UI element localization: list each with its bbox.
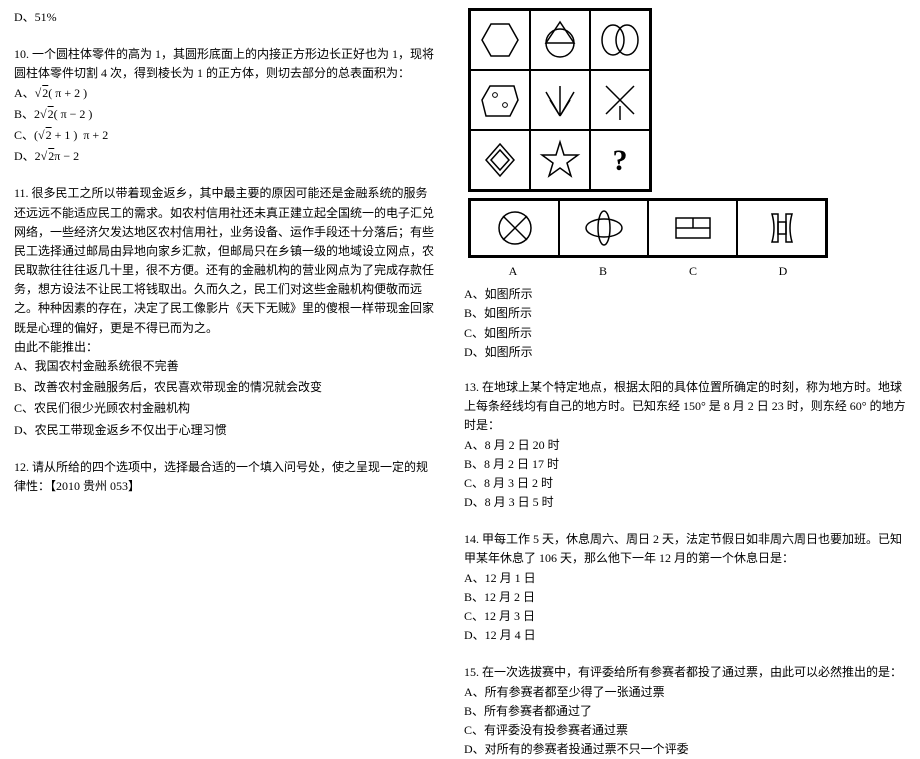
q12-option-d-text: D、如图所示 [464,343,906,362]
grid-cell-2-3 [590,70,650,130]
label-c: C [648,262,738,281]
q13-option-d: D、8 月 3 日 5 时 [464,493,906,512]
q12-option-image-a [470,200,559,256]
q12-option-image-d [737,200,826,256]
question-11: 11. 很多民工之所以带着现金返乡，其中最主要的原因可能还是金融系统的服务还远远… [14,184,434,439]
grid-cell-1-3 [590,10,650,70]
question-12: 12. 请从所给的四个选项中，选择最合适的一个填入问号处，使之呈现一定的规律性：… [14,458,434,496]
grid-cell-1-2 [530,10,590,70]
grid-cell-3-3: ? [590,130,650,190]
q11-option-b: B、改善农村金融服务后，农民喜欢带现金的情况就会改变 [14,378,434,397]
svg-text:?: ? [613,144,628,177]
q14-option-b: B、12 月 2 日 [464,588,906,607]
q10-stem: 10. 一个圆柱体零件的高为 1，其圆形底面上的内接正方形边长正好也为 1，现将… [14,45,434,83]
q13-option-c: C、8 月 3 日 2 时 [464,474,906,493]
q15-option-d: D、对所有的参赛者投通过票不只一个评委 [464,740,906,759]
q11-option-c: C、农民们很少光顾农村金融机构 [14,399,434,418]
q12-option-a-text: A、如图所示 [464,285,906,304]
q11-option-a: A、我国农村金融系统很不完善 [14,357,434,376]
grid-cell-2-2 [530,70,590,130]
q10-option-a: A、√2( π + 2 ) [14,84,434,103]
label-a: A [468,262,558,281]
label-d: D [738,262,828,281]
q12-option-b-text: B、如图所示 [464,304,906,323]
q14-option-d: D、12 月 4 日 [464,626,906,645]
q15-text: 15. 在一次选拔赛中，有评委给所有参赛者都投了通过票，由此可以必然推出的是： [464,663,906,682]
q15-option-a: A、所有参赛者都至少得了一张通过票 [464,683,906,702]
q12-option-labels: A B C D [468,262,828,281]
grid-cell-1-1 [470,10,530,70]
q14-text: 14. 甲每工作 5 天，休息周六、周日 2 天，法定节假日如非周六周日也要加班… [464,530,906,568]
grid-cell-2-1 [470,70,530,130]
q11-text: 11. 很多民工之所以带着现金返乡，其中最主要的原因可能还是金融系统的服务还远远… [14,184,434,338]
q10-option-d: D、2√2π − 2 [14,147,434,166]
grid-cell-3-2 [530,130,590,190]
q10-option-c: C、(√2 + 1 ) π + 2 [14,126,434,145]
q10-option-b: B、2√2( π − 2 ) [14,105,434,124]
label-b: B [558,262,648,281]
q15-option-c: C、有评委没有投参赛者通过票 [464,721,906,740]
q13-text: 13. 在地球上某个特定地点，根据太阳的具体位置所确定的时刻，称为地方时。地球上… [464,378,906,436]
prior-option-d: D、51% [14,8,434,27]
q12-option-image-b [559,200,648,256]
question-10: 10. 一个圆柱体零件的高为 1，其圆形底面上的内接正方形边长正好也为 1，现将… [14,45,434,166]
q12-text: 12. 请从所给的四个选项中，选择最合适的一个填入问号处，使之呈现一定的规律性：… [14,458,434,496]
question-15: 15. 在一次选拔赛中，有评委给所有参赛者都投了通过票，由此可以必然推出的是： … [464,663,906,759]
question-13: 13. 在地球上某个特定地点，根据太阳的具体位置所确定的时刻，称为地方时。地球上… [464,378,906,512]
question-14: 14. 甲每工作 5 天，休息周六、周日 2 天，法定节假日如非周六周日也要加班… [464,530,906,645]
q13-option-a: A、8 月 2 日 20 时 [464,436,906,455]
q15-option-b: B、所有参赛者都通过了 [464,702,906,721]
q12-option-c-text: C、如图所示 [464,324,906,343]
q12-answer-options-figure [468,198,828,258]
grid-cell-3-1 [470,130,530,190]
q11-stem: 由此不能推出： [14,338,434,357]
q14-option-a: A、12 月 1 日 [464,569,906,588]
q12-figure-grid: ? [468,8,652,192]
q11-option-d: D、农民工带现金返乡不仅出于心理习惯 [14,421,434,440]
q13-option-b: B、8 月 2 日 17 时 [464,455,906,474]
q14-option-c: C、12 月 3 日 [464,607,906,626]
q12-option-image-c [648,200,737,256]
